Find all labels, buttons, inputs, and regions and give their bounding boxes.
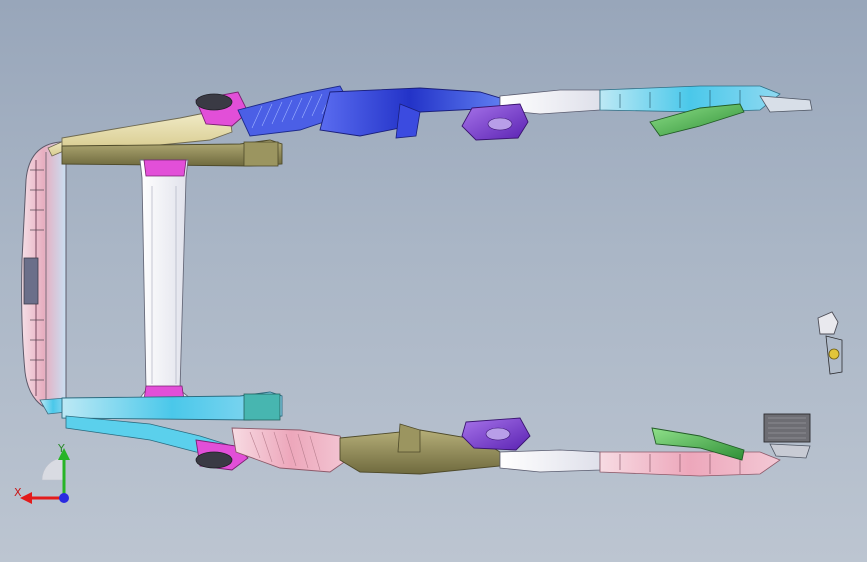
front-bumper-assembly[interactable] bbox=[21, 139, 67, 415]
upper-side-rail[interactable] bbox=[61, 85, 813, 167]
triad-x-label: X bbox=[14, 486, 22, 499]
cad-viewport[interactable]: Y X bbox=[0, 0, 867, 562]
coordinate-triad-icon: Y X bbox=[12, 440, 82, 510]
lower-side-rail[interactable] bbox=[61, 391, 811, 477]
center-crossmember[interactable] bbox=[139, 159, 192, 401]
vehicle-frame-model[interactable] bbox=[0, 0, 867, 562]
triad-y-label: Y bbox=[58, 442, 65, 455]
detached-mount-parts[interactable] bbox=[817, 311, 843, 375]
